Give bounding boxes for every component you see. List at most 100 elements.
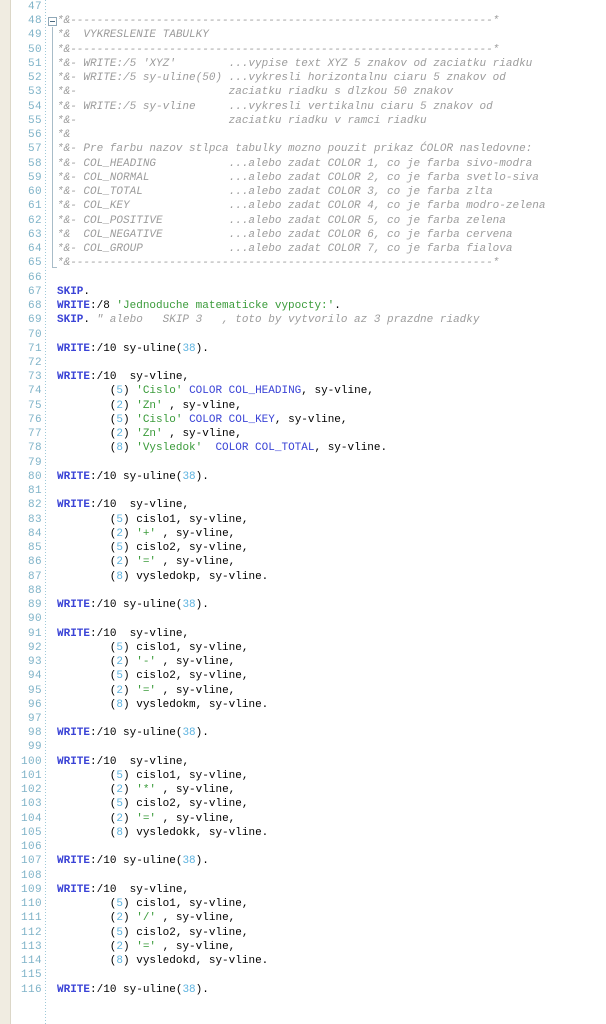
code-line[interactable]: 49 *& VYKRESLENIE TABULKY bbox=[0, 28, 606, 42]
code-line[interactable]: 93 (2) '-' , sy-vline, bbox=[0, 655, 606, 669]
code-token-punc: , bbox=[367, 385, 374, 398]
abap-code-editor[interactable]: 47 48 *&----------------------------------… bbox=[0, 0, 606, 1024]
code-token-str: '/' bbox=[136, 912, 157, 925]
code-line[interactable]: 86 (2) '=' , sy-vline, bbox=[0, 555, 606, 569]
code-line[interactable]: 90 bbox=[0, 612, 606, 626]
code-token-punc: ( bbox=[57, 698, 117, 711]
code-line[interactable]: 98 WRITE:/10 sy-uline(38). bbox=[0, 726, 606, 740]
code-line[interactable]: 71 WRITE:/10 sy-uline(38). bbox=[0, 342, 606, 356]
code-line[interactable]: 48 *&------------------------------------… bbox=[0, 14, 606, 28]
code-line-text: *&- COL_NORMAL ...alebo zadat COLOR 2, c… bbox=[57, 171, 539, 185]
code-token-punc: :/10 bbox=[90, 883, 130, 896]
code-line[interactable]: 100 WRITE:/10 sy-vline, bbox=[0, 755, 606, 769]
code-line[interactable]: 87 (8) vysledokp, sy-vline. bbox=[0, 570, 606, 584]
code-token-punc: ) bbox=[123, 442, 137, 455]
code-token-var: sy-vline bbox=[208, 955, 262, 968]
code-line[interactable]: 111 (2) '/' , sy-vline, bbox=[0, 911, 606, 925]
code-token-kw: WRITE bbox=[57, 983, 91, 996]
code-token-punc: ) bbox=[123, 399, 137, 412]
code-line[interactable]: 82 WRITE:/10 sy-vline, bbox=[0, 498, 606, 512]
line-number: 95 bbox=[27, 684, 42, 697]
code-token-punc: ( bbox=[57, 527, 117, 540]
code-token-punc: , bbox=[175, 798, 190, 811]
code-line[interactable]: 61 *&- COL_KEY ...alebo zadat COLOR 4, co… bbox=[0, 199, 606, 213]
code-line[interactable]: 84 (2) '+' , sy-vline, bbox=[0, 527, 606, 541]
code-line[interactable]: 68 WRITE:/8 'Jednoduche matematicke vypoc… bbox=[0, 299, 606, 313]
code-line[interactable]: 106 bbox=[0, 840, 606, 854]
code-line[interactable]: 58 *&- COL_HEADING ...alebo zadat COLOR 1… bbox=[0, 157, 606, 171]
code-line[interactable]: 80 WRITE:/10 sy-uline(38). bbox=[0, 470, 606, 484]
code-line[interactable]: 60 *&- COL_TOTAL ...alebo zadat COLOR 3, … bbox=[0, 185, 606, 199]
code-line[interactable]: 88 bbox=[0, 584, 606, 598]
code-line[interactable]: 94 (5) cislo2, sy-vline, bbox=[0, 669, 606, 683]
code-token-var: sy-vline bbox=[189, 641, 242, 654]
code-line[interactable]: 50 *&------------------------------------… bbox=[0, 43, 606, 57]
code-line[interactable]: 96 (8) vysledokm, sy-vline. bbox=[0, 698, 606, 712]
code-token-var: cislo1 bbox=[136, 513, 176, 526]
code-line[interactable]: 99 bbox=[0, 740, 606, 754]
code-token-punc: ) bbox=[123, 556, 137, 569]
code-line[interactable]: 97 bbox=[0, 712, 606, 726]
code-line[interactable]: 54 *&- WRITE:/5 sy-vline ...vykresli vert… bbox=[0, 100, 606, 114]
code-line[interactable]: 104 (2) '=' , sy-vline, bbox=[0, 812, 606, 826]
code-line[interactable]: 74 (5) 'Cislo' COLOR COL_HEADING, sy-vli… bbox=[0, 384, 606, 398]
code-line[interactable]: 108 bbox=[0, 869, 606, 883]
code-token-var: sy-vline bbox=[175, 527, 229, 540]
code-line[interactable]: 113 (2) '=' , sy-vline, bbox=[0, 940, 606, 954]
code-line[interactable]: 70 bbox=[0, 328, 606, 342]
code-line[interactable]: 47 bbox=[0, 0, 606, 14]
code-line[interactable]: 102 (2) '*' , sy-vline, bbox=[0, 783, 606, 797]
code-line[interactable]: 77 (2) 'Zn' , sy-vline, bbox=[0, 427, 606, 441]
code-line[interactable]: 73 WRITE:/10 sy-vline, bbox=[0, 370, 606, 384]
code-line[interactable]: 115 bbox=[0, 968, 606, 982]
line-number: 64 bbox=[27, 243, 42, 256]
code-line[interactable]: 66 bbox=[0, 271, 606, 285]
code-token-punc: , bbox=[182, 883, 190, 896]
code-token-punc: , bbox=[241, 798, 249, 811]
code-line[interactable]: 72 bbox=[0, 356, 606, 370]
code-line[interactable]: 53 *&- zaciatku riadku s dlzkou 50 znakov bbox=[0, 85, 606, 99]
code-line[interactable]: 89 WRITE:/10 sy-uline(38). bbox=[0, 598, 606, 612]
code-line[interactable]: 83 (5) cislo1, sy-vline, bbox=[0, 513, 606, 527]
code-line-text: (2) 'Zn' , sy-vline, bbox=[57, 427, 242, 441]
code-line[interactable]: 112 (5) cislo2, sy-vline, bbox=[0, 926, 606, 940]
code-line[interactable]: 67 SKIP. bbox=[0, 285, 606, 299]
line-number: 99 bbox=[27, 741, 42, 754]
code-line[interactable]: 103 (5) cislo2, sy-vline, bbox=[0, 797, 606, 811]
code-line[interactable]: 79 bbox=[0, 456, 606, 470]
code-line[interactable]: 101 (5) cislo1, sy-vline, bbox=[0, 769, 606, 783]
code-line[interactable]: 116 WRITE:/10 sy-uline(38). bbox=[0, 983, 606, 997]
code-token-var: sy-uline bbox=[123, 983, 176, 996]
code-token-punc: , bbox=[301, 385, 315, 398]
code-line[interactable]: 69 SKIP. " alebo SKIP 3 , toto by vytvori… bbox=[0, 313, 606, 327]
code-line[interactable]: 107 WRITE:/10 sy-uline(38). bbox=[0, 854, 606, 868]
code-line[interactable]: 95 (2) '=' , sy-vline, bbox=[0, 684, 606, 698]
code-token-cmt: *&--------------------------------------… bbox=[57, 15, 500, 28]
code-line[interactable]: 65 *&------------------------------------… bbox=[0, 256, 606, 270]
code-line[interactable]: 55 *&- zaciatku riadku v ramci riadku bbox=[0, 114, 606, 128]
code-token-punc bbox=[202, 442, 215, 454]
code-token-cmt: " alebo SKIP 3 , toto by vytvorilo az 3 … bbox=[96, 314, 480, 327]
code-line[interactable]: 105 (8) vysledokk, sy-vline. bbox=[0, 826, 606, 840]
code-line[interactable]: 76 (5) 'Cislo' COLOR COL_KEY, sy-vline, bbox=[0, 413, 606, 427]
code-line[interactable]: 57 *&- Pre farbu nazov stlpca tabulky moz… bbox=[0, 142, 606, 156]
code-line[interactable]: 62 *&- COL_POSITIVE ...alebo zadat COLOR … bbox=[0, 214, 606, 228]
code-line[interactable]: 114 (8) vysledokd, sy-vline. bbox=[0, 954, 606, 968]
code-line[interactable]: 51 *&- WRITE:/5 'XYZ' ...vypise text XYZ … bbox=[0, 57, 606, 71]
code-line[interactable]: 78 (8) 'Vysledok' COLOR COL_TOTAL, sy-vl… bbox=[0, 441, 606, 455]
code-line[interactable]: 75 (2) 'Zn' , sy-vline, bbox=[0, 399, 606, 413]
code-fold-toggle-minus-icon[interactable] bbox=[48, 17, 57, 27]
code-line[interactable]: 64 *&- COL_GROUP ...alebo zadat COLOR 7, … bbox=[0, 242, 606, 256]
code-line[interactable]: 92 (5) cislo1, sy-vline, bbox=[0, 641, 606, 655]
code-line[interactable]: 85 (5) cislo2, sy-vline, bbox=[0, 541, 606, 555]
code-line[interactable]: 109 WRITE:/10 sy-vline, bbox=[0, 883, 606, 897]
code-line[interactable]: 91 WRITE:/10 sy-vline, bbox=[0, 627, 606, 641]
code-line[interactable]: 110 (5) cislo1, sy-vline, bbox=[0, 897, 606, 911]
code-line[interactable]: 56 *& bbox=[0, 128, 606, 142]
code-line[interactable]: 52 *&- WRITE:/5 sy-uline(50) ...vykresli … bbox=[0, 71, 606, 85]
code-line-text: *&- zaciatku riadku v ramci riadku bbox=[57, 114, 427, 128]
code-line[interactable]: 59 *&- COL_NORMAL ...alebo zadat COLOR 2,… bbox=[0, 171, 606, 185]
code-line[interactable]: 63 *& COL_NEGATIVE ...alebo zadat COLOR 6… bbox=[0, 228, 606, 242]
code-line[interactable]: 81 bbox=[0, 484, 606, 498]
code-line-text: WRITE:/10 sy-uline(38). bbox=[57, 470, 209, 484]
